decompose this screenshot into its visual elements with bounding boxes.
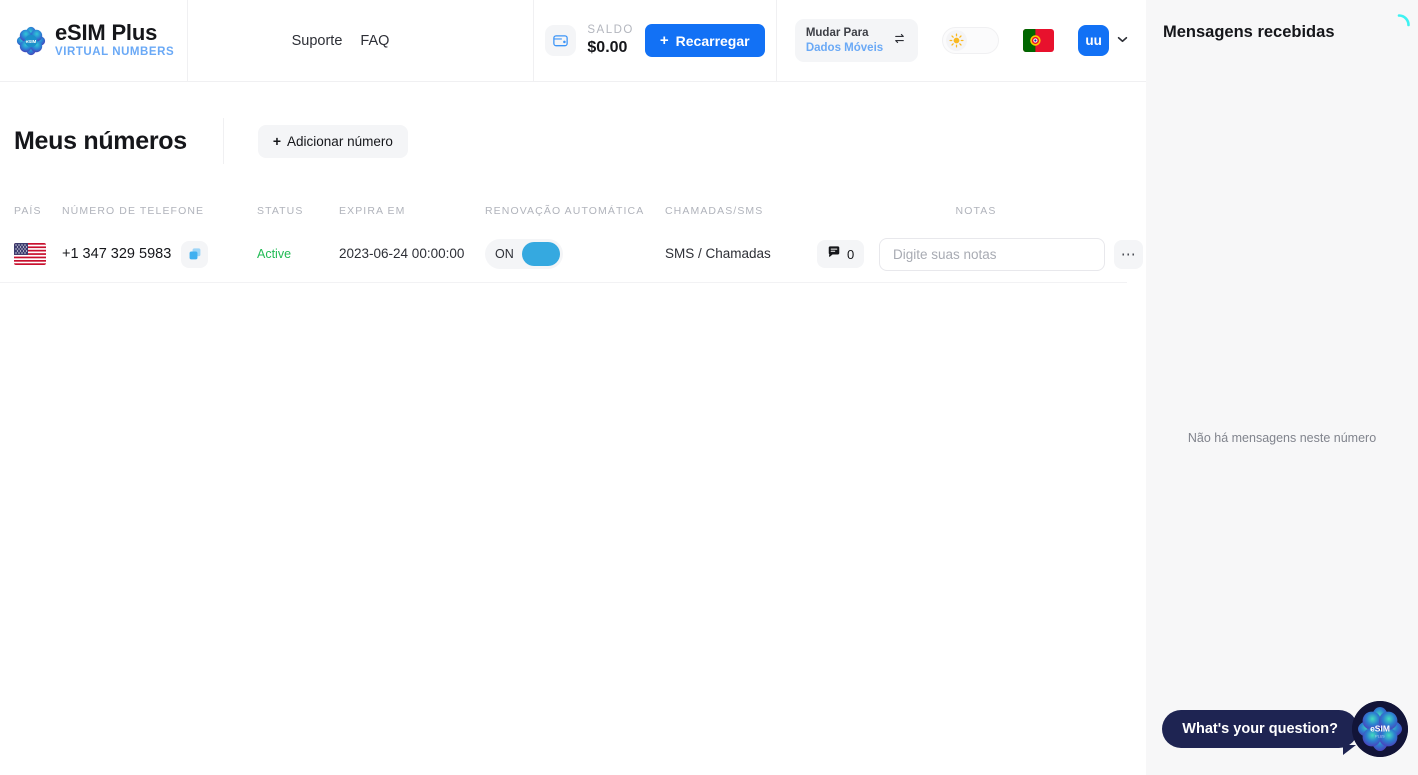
column-header-autorenew: RENOVAÇÃO AUTOMÁTICA <box>485 205 645 217</box>
svg-text:eSIM: eSIM <box>1370 724 1390 734</box>
switch-to-mobile-data-button[interactable]: Mudar Para Dados Móveis <box>794 19 919 62</box>
table-row: +1 347 329 5983 Active 2023-06-24 00:00:… <box>0 226 1143 283</box>
svg-text:PLUS: PLUS <box>1375 735 1385 739</box>
toggle-knob <box>522 242 560 266</box>
balance-section: SALDO $0.00 + Recarregar <box>534 0 777 81</box>
phone-number: +1 347 329 5983 <box>62 246 172 262</box>
messages-panel: Mensagens recebidas Não há mensagens nes… <box>1146 0 1418 775</box>
avatar: uu <box>1078 25 1110 56</box>
theme-toggle[interactable] <box>942 27 1000 54</box>
recharge-button[interactable]: + Recarregar <box>644 24 765 57</box>
brand-name: eSIM Plus <box>55 20 158 46</box>
auto-renew-toggle[interactable]: ON <box>485 239 563 269</box>
balance-label: SALDO <box>587 23 634 36</box>
chevron-down-icon <box>1117 35 1128 46</box>
balance-value: $0.00 <box>587 39 628 57</box>
add-number-button[interactable]: + Adicionar número <box>257 124 408 158</box>
cell-messages-badge: 0 <box>817 240 879 268</box>
brand-logo[interactable]: eSIM eSIM Plus VIRTUAL NUMBERS <box>0 0 188 81</box>
top-header: eSIM eSIM Plus VIRTUAL NUMBERS Suporte F… <box>0 0 1146 82</box>
chat-bubble[interactable]: What's your question? <box>1162 710 1358 755</box>
page-header: Meus números + Adicionar número <box>0 82 1146 164</box>
cell-auto-renew: ON <box>485 239 665 269</box>
column-header-phone: NÚMERO DE TELEFONE <box>62 205 205 217</box>
switch-data-labels: Mudar Para Dados Móveis <box>806 26 883 55</box>
nav-link-faq[interactable]: FAQ <box>360 33 389 49</box>
cell-notes <box>879 237 1105 271</box>
messages-count-badge[interactable]: 0 <box>817 240 865 268</box>
usa-flag-icon <box>14 243 46 265</box>
messages-empty-text: Não há mensagens neste número <box>1187 431 1377 445</box>
cell-country <box>0 243 62 265</box>
page-title: Meus números <box>14 126 187 155</box>
cell-calls-sms: SMS / Chamadas <box>665 245 817 263</box>
status-badge: Active <box>257 247 292 261</box>
add-number-button-label: Adicionar número <box>287 133 393 149</box>
copy-icon[interactable] <box>181 240 209 268</box>
notes-input[interactable] <box>879 237 1105 271</box>
brand-tagline: VIRTUAL NUMBERS <box>55 46 175 59</box>
plus-icon: + <box>659 32 669 49</box>
nav-link-support[interactable]: Suporte <box>292 33 343 49</box>
app-root: eSIM eSIM Plus VIRTUAL NUMBERS Suporte F… <box>0 0 1418 775</box>
cell-phone-number: +1 347 329 5983 <box>62 240 257 268</box>
account-menu[interactable]: uu <box>1078 25 1128 56</box>
recharge-button-label: Recarregar <box>675 32 750 49</box>
header-nav: Suporte FAQ <box>188 0 534 81</box>
column-header-calls-sms: CHAMADAS/SMS <box>665 205 764 217</box>
column-header-status: STATUS <box>257 205 304 217</box>
swap-arrows-icon <box>892 31 907 51</box>
cell-status: Active <box>257 245 339 263</box>
switch-data-line1: Mudar Para <box>805 27 869 40</box>
calls-sms-label: SMS / Chamadas <box>665 246 771 261</box>
column-header-country: PAÍS <box>14 205 42 217</box>
svg-text:eSIM: eSIM <box>26 39 37 44</box>
esim-flower-logo-icon: eSIM <box>16 26 46 56</box>
sun-icon <box>946 30 968 51</box>
message-bubble-icon <box>827 245 841 264</box>
messages-panel-title: Mensagens recebidas <box>1163 23 1335 41</box>
loading-spinner-icon <box>1386 12 1412 38</box>
auto-renew-label: ON <box>495 247 514 261</box>
expires-date: 2023-06-24 00:00:00 <box>339 246 465 261</box>
messages-count: 0 <box>847 246 855 262</box>
switch-data-line2: Dados Móveis <box>805 41 884 54</box>
main-column: eSIM eSIM Plus VIRTUAL NUMBERS Suporte F… <box>0 0 1146 775</box>
wallet-icon[interactable] <box>545 25 577 56</box>
chat-widget: What's your question? eSIM PLUS <box>1162 701 1408 757</box>
portugal-flag-icon[interactable] <box>1023 29 1055 52</box>
cell-expires: 2023-06-24 00:00:00 <box>339 245 485 263</box>
table-header-row: PAÍS NÚMERO DE TELEFONE STATUS EXPIRA EM… <box>0 196 1127 226</box>
header-divider <box>222 118 224 164</box>
numbers-table: PAÍS NÚMERO DE TELEFONE STATUS EXPIRA EM… <box>0 196 1143 283</box>
column-header-expires: EXPIRA EM <box>339 205 406 217</box>
chat-orb-button[interactable]: eSIM PLUS <box>1352 701 1408 757</box>
header-tools: Mudar Para Dados Móveis uu <box>777 0 1146 81</box>
brand-text: eSIM Plus VIRTUAL NUMBERS <box>55 22 174 59</box>
plus-icon: + <box>272 133 282 149</box>
ellipsis-icon[interactable]: ⋯ <box>1114 239 1143 269</box>
column-header-notes: NOTAS <box>955 205 997 217</box>
balance-text: SALDO $0.00 <box>587 23 634 57</box>
